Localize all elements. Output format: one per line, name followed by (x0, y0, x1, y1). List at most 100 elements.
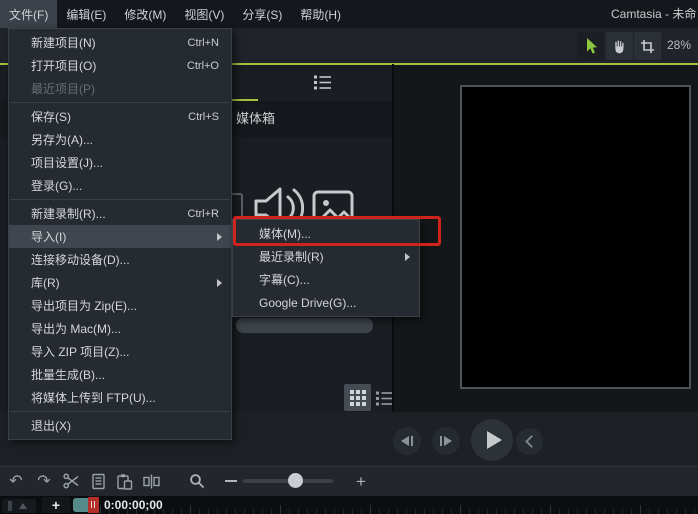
step-backward-button[interactable] (393, 427, 421, 455)
timeline-zoom-in-button[interactable]: + (348, 469, 374, 493)
edit-toolbar: ↶ ↷ + (0, 466, 698, 496)
menu-item-label: 新建项目(N) (31, 36, 96, 50)
file-menu-item-batch-production[interactable]: 批量生成(B)... (9, 363, 231, 386)
file-menu-item-library[interactable]: 库(R) (9, 271, 231, 294)
timeline-zoom-slider[interactable] (243, 473, 333, 488)
magnifier-icon (189, 473, 205, 489)
step-forward-icon (440, 436, 452, 446)
file-menu-item-import-zip-project[interactable]: 导入 ZIP 项目(Z)... (9, 340, 231, 363)
undo-icon: ↶ (9, 471, 23, 490)
file-menu-item-new-project[interactable]: 新建项目(N) Ctrl+N (9, 31, 231, 54)
menu-separator (10, 199, 230, 200)
menu-item-label: 最近录制(R) (259, 250, 324, 264)
collapse-controls-button[interactable] (516, 428, 543, 455)
menu-item-label: 库(R) (31, 276, 60, 290)
submenu-arrow-icon (217, 232, 222, 241)
add-track-button[interactable]: + (42, 497, 70, 513)
menubar-item-view[interactable]: 视图(V) (175, 0, 233, 28)
menu-item-label: 将媒体上传到 FTP(U)... (31, 391, 156, 405)
track-options-box[interactable] (2, 499, 36, 513)
menubar-item-file[interactable]: 文件(F) (0, 0, 58, 28)
file-menu-item-export-project-as-zip[interactable]: 导出项目为 Zip(E)... (9, 294, 231, 317)
menu-item-label: 打开项目(O) (31, 59, 97, 73)
cut-button[interactable] (58, 469, 84, 493)
menu-item-label: Google Drive(G)... (259, 295, 357, 310)
menu-separator (10, 411, 230, 412)
menu-item-label: 导入 ZIP 项目(Z)... (31, 345, 130, 359)
copy-icon (90, 473, 106, 490)
menu-separator (10, 102, 230, 103)
file-menu-item-import[interactable]: 导入(I) (9, 225, 231, 248)
import-submenu-item-google-drive[interactable]: Google Drive(G)... (233, 291, 419, 314)
empty-state-tray (236, 318, 373, 333)
file-menu-dropdown: 新建项目(N) Ctrl+N 打开项目(O) Ctrl+O 最近项目(P) 保存(S) Ct… (8, 28, 232, 440)
menu-item-label: 导出项目为 Zip(E)... (31, 299, 138, 313)
zoom-search-button[interactable] (184, 469, 210, 493)
camtasia-window: 文件(F) 编辑(E) 修改(M) 视图(V) 分享(S) 帮助(H) Camt… (0, 0, 698, 514)
file-menu-item-new-recording[interactable]: 新建录制(R)... Ctrl+R (9, 202, 231, 225)
file-menu-item-upload-media-to-ftp[interactable]: 将媒体上传到 FTP(U)... (9, 386, 231, 409)
menu-item-label: 批量生成(B)... (31, 368, 105, 382)
menu-item-shortcut: Ctrl+R (187, 207, 219, 220)
preview-canvas[interactable] (460, 85, 691, 389)
file-menu-item-recent-projects[interactable]: 最近项目(P) (9, 77, 231, 100)
crop-icon (640, 39, 655, 54)
copy-button[interactable] (85, 469, 111, 493)
minus-icon (225, 480, 237, 482)
redo-button[interactable]: ↷ (31, 469, 57, 493)
file-menu-item-sign-in[interactable]: 登录(G)... (9, 174, 231, 197)
scissors-icon (62, 473, 80, 489)
file-menu-item-open-project[interactable]: 打开项目(O) Ctrl+O (9, 54, 231, 77)
menu-item-label: 连接移动设备(D)... (31, 253, 130, 267)
undo-button[interactable]: ↶ (3, 469, 29, 493)
file-menu-item-project-settings[interactable]: 项目设置(J)... (9, 151, 231, 174)
canvas-zoom-level[interactable]: 28% (667, 28, 691, 63)
play-button[interactable] (471, 419, 513, 461)
step-forward-button[interactable] (432, 427, 460, 455)
menu-item-shortcut: Ctrl+S (188, 110, 219, 123)
menubar-item-modify[interactable]: 修改(M) (115, 0, 175, 28)
properties-list-icon[interactable] (313, 74, 332, 91)
menu-item-label: 登录(G)... (31, 179, 83, 193)
menu-item-label: 导出为 Mac(M)... (31, 322, 121, 336)
timeline-zoom-out-button[interactable] (218, 469, 244, 493)
menu-item-label: 字幕(C)... (259, 273, 310, 287)
slider-thumb[interactable] (288, 473, 303, 488)
timeline-ruler[interactable]: + 0:00:00;00 (0, 496, 698, 514)
paste-button[interactable] (111, 469, 137, 493)
cursor-arrow-icon (583, 37, 599, 55)
menu-item-label: 项目设置(J)... (31, 156, 103, 170)
track-slider-knob (8, 501, 12, 511)
split-button[interactable] (138, 469, 164, 493)
playhead-out-handle[interactable] (88, 497, 99, 513)
hand-icon (612, 39, 627, 54)
chevron-left-icon (524, 435, 538, 448)
menubar-item-help[interactable]: 帮助(H) (291, 0, 350, 28)
menu-item-label: 退出(X) (31, 419, 71, 433)
file-menu-item-exit[interactable]: 退出(X) (9, 414, 231, 437)
step-backward-icon (401, 436, 413, 446)
menu-item-label: 另存为(A)... (31, 133, 93, 147)
file-menu-item-save-as[interactable]: 另存为(A)... (9, 128, 231, 151)
ruler-ticks-major (100, 505, 698, 514)
play-icon (486, 431, 502, 449)
window-title: Camtasia - 未命 (611, 7, 697, 21)
import-submenu-item-captions[interactable]: 字幕(C)... (233, 268, 419, 291)
menu-item-shortcut: Ctrl+N (187, 36, 219, 49)
file-menu-item-save[interactable]: 保存(S) Ctrl+S (9, 105, 231, 128)
grid-view-button[interactable] (344, 384, 371, 411)
redo-icon: ↷ (37, 471, 51, 490)
menu-item-label: 保存(S) (31, 110, 71, 124)
file-menu-item-export-for-mac[interactable]: 导出为 Mac(M)... (9, 317, 231, 340)
menu-item-label: 导入(I) (31, 230, 67, 244)
import-submenu-item-recent-recordings[interactable]: 最近录制(R) (233, 245, 419, 268)
crop-tool-button[interactable] (634, 32, 661, 60)
selection-tool-button[interactable] (577, 32, 604, 60)
pan-tool-button[interactable] (606, 32, 633, 60)
menubar-item-edit[interactable]: 编辑(E) (57, 0, 115, 28)
menu-item-shortcut: Ctrl+O (186, 59, 219, 72)
file-menu-item-connect-mobile-device[interactable]: 连接移动设备(D)... (9, 248, 231, 271)
menubar-item-share[interactable]: 分享(S) (233, 0, 291, 28)
playhead-in-handle[interactable] (73, 498, 88, 512)
plus-icon: + (356, 471, 366, 491)
